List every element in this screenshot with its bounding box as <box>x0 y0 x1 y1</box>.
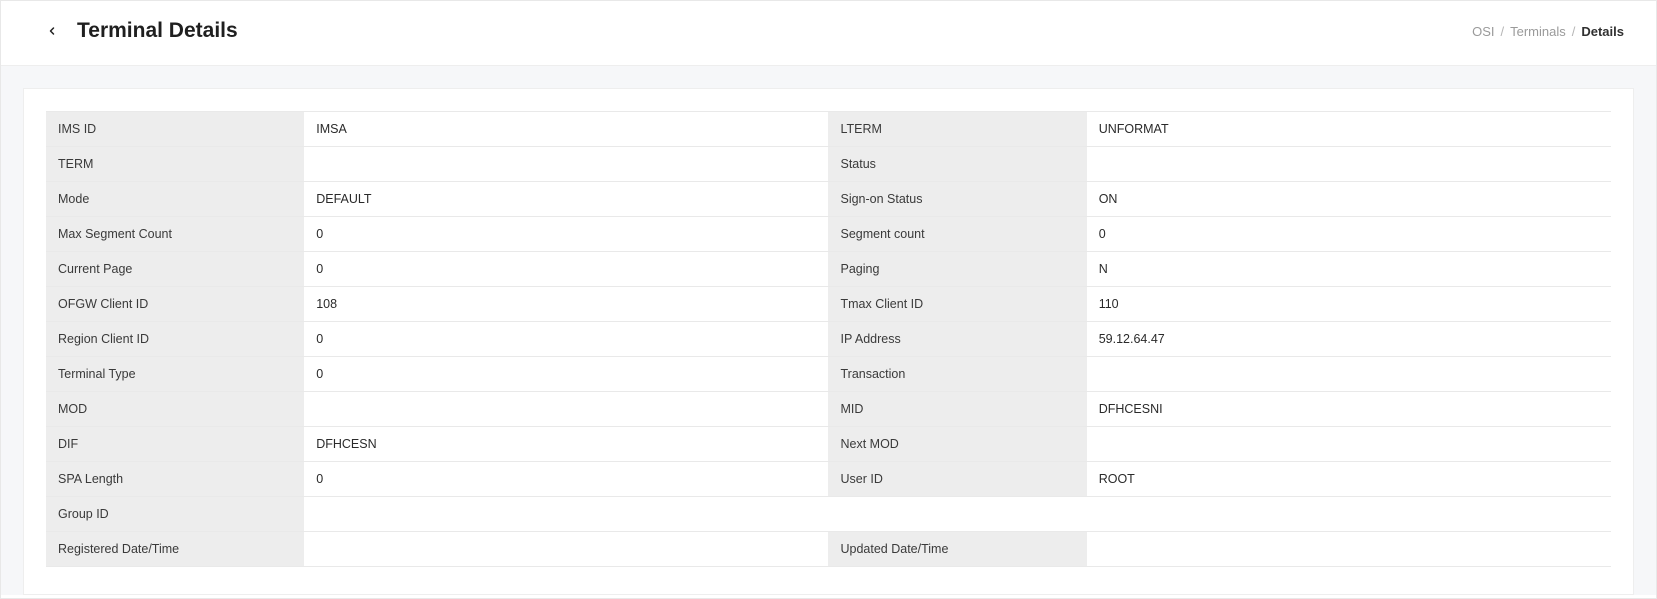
detail-key: Region Client ID <box>46 322 304 357</box>
breadcrumb-mid[interactable]: Terminals <box>1510 24 1566 39</box>
table-row: SPA Length0User IDROOT <box>46 462 1611 497</box>
detail-value: ON <box>1087 182 1611 217</box>
page-title: Terminal Details <box>77 19 238 43</box>
detail-key: Segment count <box>828 217 1086 252</box>
table-row: ModeDEFAULTSign-on StatusON <box>46 182 1611 217</box>
detail-value <box>1087 427 1611 462</box>
breadcrumb-root[interactable]: OSI <box>1472 24 1494 39</box>
table-row: Registered Date/Time Updated Date/Time <box>46 532 1611 567</box>
detail-key: Registered Date/Time <box>46 532 304 567</box>
detail-value <box>1087 532 1611 567</box>
detail-key: Transaction <box>828 357 1086 392</box>
detail-value: 0 <box>304 357 828 392</box>
detail-key: User ID <box>828 462 1086 497</box>
table-row: Region Client ID0IP Address59.12.64.47 <box>46 322 1611 357</box>
detail-key: Max Segment Count <box>46 217 304 252</box>
detail-key: Status <box>828 147 1086 182</box>
detail-value: IMSA <box>304 112 828 147</box>
detail-value: 108 <box>304 287 828 322</box>
detail-value: ROOT <box>1087 462 1611 497</box>
table-row: DIFDFHCESNNext MOD <box>46 427 1611 462</box>
detail-key: Terminal Type <box>46 357 304 392</box>
table-row: OFGW Client ID108Tmax Client ID110 <box>46 287 1611 322</box>
detail-key: IP Address <box>828 322 1086 357</box>
breadcrumb-current: Details <box>1581 24 1624 39</box>
content-area: IMS IDIMSALTERMUNFORMATTERMStatusModeDEF… <box>1 66 1656 595</box>
table-row: Max Segment Count0Segment count0 <box>46 217 1611 252</box>
detail-key: SPA Length <box>46 462 304 497</box>
detail-value: UNFORMAT <box>1087 112 1611 147</box>
detail-key: LTERM <box>828 112 1086 147</box>
detail-key: TERM <box>46 147 304 182</box>
detail-key: IMS ID <box>46 112 304 147</box>
detail-value: 0 <box>304 322 828 357</box>
detail-key: Tmax Client ID <box>828 287 1086 322</box>
back-chevron-icon[interactable] <box>45 24 59 38</box>
table-row: MOD MIDDFHCESNI <box>46 392 1611 427</box>
detail-key: Next MOD <box>828 427 1086 462</box>
detail-key: Group ID <box>46 497 304 532</box>
detail-value: DFHCESN <box>304 427 828 462</box>
detail-value <box>304 392 828 427</box>
table-row: Terminal Type0Transaction <box>46 357 1611 392</box>
detail-value <box>304 147 828 182</box>
table-row: Current Page0PagingN <box>46 252 1611 287</box>
detail-key: DIF <box>46 427 304 462</box>
detail-value: 0 <box>304 252 828 287</box>
breadcrumb: OSI / Terminals / Details <box>1472 24 1624 39</box>
detail-value <box>304 532 828 567</box>
detail-value: DEFAULT <box>304 182 828 217</box>
table-row: Group ID <box>46 497 1611 532</box>
detail-value: DFHCESNI <box>1087 392 1611 427</box>
breadcrumb-sep: / <box>1572 24 1576 39</box>
page-root: Terminal Details OSI / Terminals / Detai… <box>0 0 1657 599</box>
detail-value: N <box>1087 252 1611 287</box>
detail-value <box>1087 147 1611 182</box>
detail-key: Updated Date/Time <box>828 532 1086 567</box>
detail-value <box>1087 357 1611 392</box>
table-row: TERM Status <box>46 147 1611 182</box>
detail-value <box>304 497 1611 532</box>
detail-key: Paging <box>828 252 1086 287</box>
page-header: Terminal Details OSI / Terminals / Detai… <box>1 1 1656 66</box>
detail-key: OFGW Client ID <box>46 287 304 322</box>
detail-value: 0 <box>304 217 828 252</box>
detail-value: 0 <box>304 462 828 497</box>
detail-key: MOD <box>46 392 304 427</box>
detail-value: 110 <box>1087 287 1611 322</box>
detail-key: MID <box>828 392 1086 427</box>
detail-value: 0 <box>1087 217 1611 252</box>
details-table: IMS IDIMSALTERMUNFORMATTERMStatusModeDEF… <box>46 111 1611 567</box>
details-panel: IMS IDIMSALTERMUNFORMATTERMStatusModeDEF… <box>23 88 1634 595</box>
detail-key: Mode <box>46 182 304 217</box>
detail-key: Current Page <box>46 252 304 287</box>
detail-value: 59.12.64.47 <box>1087 322 1611 357</box>
detail-key: Sign-on Status <box>828 182 1086 217</box>
table-row: IMS IDIMSALTERMUNFORMAT <box>46 112 1611 147</box>
page-header-left: Terminal Details <box>45 19 238 43</box>
breadcrumb-sep: / <box>1500 24 1504 39</box>
